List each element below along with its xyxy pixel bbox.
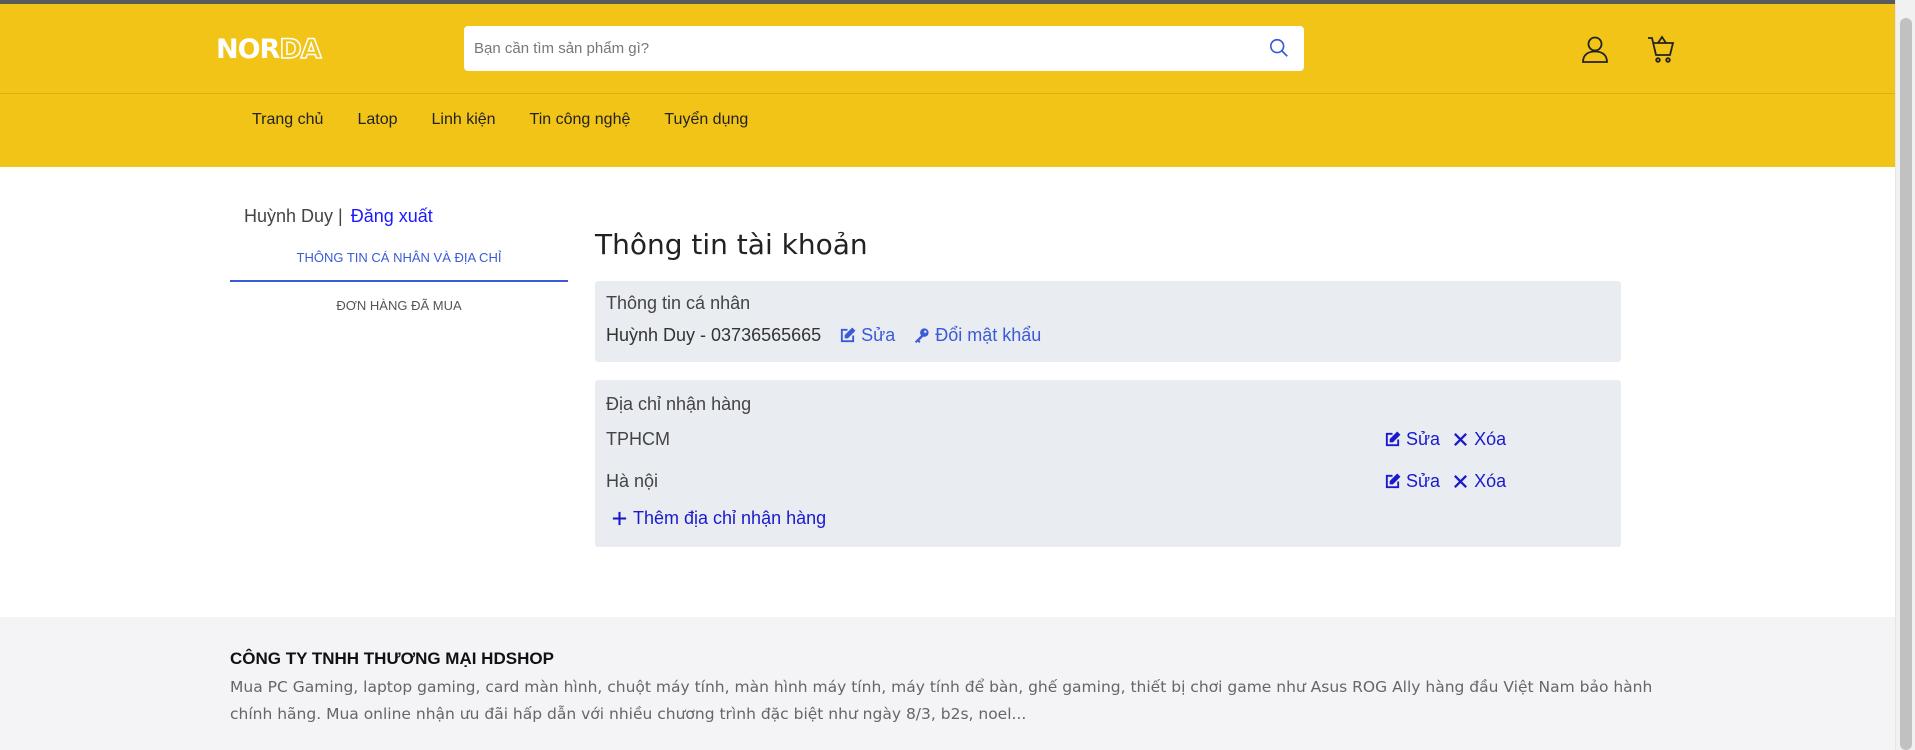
- delete-address-label: Xóa: [1474, 429, 1507, 449]
- edit-address-button[interactable]: Sửa: [1384, 471, 1440, 492]
- edit-address-label: Sửa: [1406, 471, 1441, 491]
- address-actions: Sửa Xóa: [1384, 471, 1506, 492]
- delete-address-button[interactable]: Xóa: [1452, 429, 1506, 450]
- close-icon: [1454, 433, 1468, 446]
- add-address-button[interactable]: Thêm địa chỉ nhận hàng: [611, 508, 826, 529]
- address-name: TPHCM: [606, 429, 670, 449]
- main-nav: Trang chủ Latop Linh kiện Tin công nghệ …: [252, 111, 748, 129]
- nav-item-home[interactable]: Trang chủ: [252, 111, 323, 129]
- personal-info-row: Huỳnh Duy - 03736565665 Sửa Đổi mật khẩu: [606, 325, 1041, 346]
- search-icon[interactable]: [1268, 37, 1290, 59]
- address-row: Hà nội Sửa Xóa: [606, 471, 1606, 497]
- logo-part-2: DA: [279, 33, 323, 66]
- search-box: [464, 26, 1304, 71]
- close-icon: [1454, 475, 1468, 488]
- personal-info-card: Thông tin cá nhân Huỳnh Duy - 0373656566…: [595, 281, 1621, 362]
- delete-address-button[interactable]: Xóa: [1452, 471, 1506, 492]
- delete-address-label: Xóa: [1474, 471, 1507, 491]
- logo-part-1: NOR: [216, 34, 280, 65]
- address-row: TPHCM Sửa Xóa: [606, 429, 1606, 455]
- key-icon: [915, 328, 929, 344]
- edit-personal-label: Sửa: [861, 325, 896, 345]
- edit-personal-button[interactable]: Sửa: [839, 325, 895, 346]
- cart-icon[interactable]: [1646, 34, 1676, 64]
- footer-description: Mua PC Gaming, laptop gaming, card màn h…: [230, 678, 1653, 723]
- edit-icon: [1385, 473, 1401, 489]
- address-label: Địa chỉ nhận hàng: [606, 394, 752, 414]
- site-footer: CÔNG TY TNHH THƯƠNG MẠI HDSHOP Mua PC Ga…: [0, 617, 1895, 750]
- personal-info-text: Huỳnh Duy - 03736565665: [606, 325, 822, 345]
- personal-info-label: Thông tin cá nhân: [606, 293, 751, 313]
- edit-icon: [1385, 431, 1401, 447]
- address-name: Hà nội: [606, 471, 659, 491]
- change-password-button[interactable]: Đổi mật khẩu: [913, 325, 1041, 346]
- search-input[interactable]: [474, 26, 1234, 71]
- page-scrollbar[interactable]: [1895, 0, 1915, 750]
- nav-item-careers[interactable]: Tuyển dụng: [664, 111, 748, 129]
- nav-item-tech-news[interactable]: Tin công nghệ: [530, 111, 631, 129]
- nav-item-laptop[interactable]: Latop: [357, 111, 397, 129]
- edit-icon: [841, 327, 856, 343]
- plus-icon: [612, 511, 627, 526]
- user-name: Huỳnh Duy |: [244, 206, 343, 226]
- address-actions: Sửa Xóa: [1384, 429, 1506, 450]
- user-line: Huỳnh Duy | Đăng xuất: [244, 206, 433, 227]
- change-password-label: Đổi mật khẩu: [935, 325, 1042, 345]
- edit-address-button[interactable]: Sửa: [1384, 429, 1440, 450]
- tab-orders[interactable]: ĐƠN HÀNG ĐÃ MUA: [230, 298, 568, 313]
- footer-company-name: CÔNG TY TNHH THƯƠNG MẠI HDSHOP: [230, 649, 554, 668]
- tab-personal-info[interactable]: THÔNG TIN CÁ NHÂN VÀ ĐỊA CHỈ: [230, 248, 568, 282]
- site-header: NORDA Trang chủ Latop Linh kiện Tin công…: [0, 4, 1895, 167]
- page-title: Thông tin tài khoản: [595, 228, 868, 261]
- scrollbar-thumb[interactable]: [1900, 18, 1912, 750]
- nav-item-components[interactable]: Linh kiện: [432, 111, 496, 129]
- add-address-label: Thêm địa chỉ nhận hàng: [633, 508, 827, 528]
- header-divider: [0, 93, 1895, 94]
- logout-link[interactable]: Đăng xuất: [351, 206, 433, 226]
- user-icon[interactable]: [1580, 34, 1610, 64]
- edit-address-label: Sửa: [1406, 429, 1441, 449]
- address-card: Địa chỉ nhận hàng TPHCM Sửa Xóa Hà nội S…: [595, 380, 1621, 547]
- site-logo[interactable]: NORDA: [216, 33, 323, 66]
